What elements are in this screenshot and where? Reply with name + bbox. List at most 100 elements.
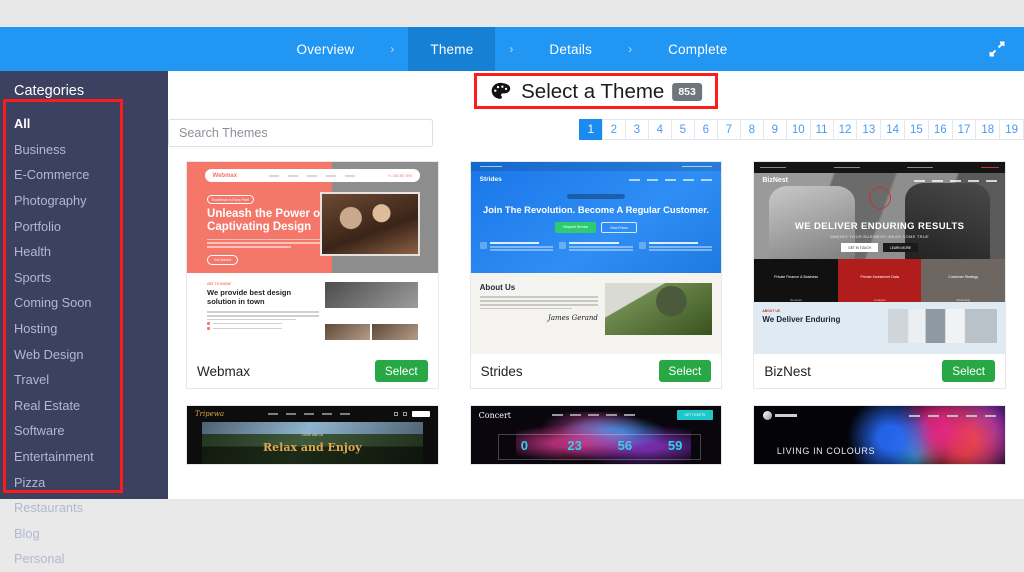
- page-button-18[interactable]: 18: [975, 119, 1001, 140]
- preview-hero-image: [319, 192, 421, 256]
- sidebar-item-travel[interactable]: Travel: [0, 367, 168, 393]
- page-button-12[interactable]: 12: [832, 119, 858, 140]
- preview-primary-cta: Request Service: [555, 222, 597, 234]
- preview-nav-cta: GET TICKETS: [676, 410, 714, 420]
- preview-eyebrow-pill: [566, 194, 625, 199]
- preview-headline: Relax and Enjoy: [263, 441, 362, 454]
- page-button-10[interactable]: 10: [785, 119, 811, 140]
- wizard-step-label: Complete: [668, 41, 728, 57]
- preview-tile: Private Finance & Business Services: [754, 259, 838, 302]
- sidebar-item-all[interactable]: All: [0, 111, 168, 137]
- page-button-11[interactable]: 11: [809, 119, 834, 140]
- page-button-3[interactable]: 3: [624, 119, 649, 140]
- sidebar-item-real-estate[interactable]: Real Estate: [0, 393, 168, 419]
- preview-phone: +1 234 567 890: [387, 173, 413, 178]
- page-button-14[interactable]: 14: [880, 119, 906, 140]
- preview-tile: Customer Strategy Marketing: [921, 259, 1005, 302]
- page-button-16[interactable]: 16: [927, 119, 953, 140]
- theme-preview-tripewa: Tripewa Come with us Relax and Enjoy: [187, 406, 438, 464]
- sidebar-title: Categories: [14, 83, 85, 99]
- wizard-step-complete[interactable]: Complete: [646, 27, 749, 71]
- sidebar-item-blog[interactable]: Blog: [0, 521, 168, 547]
- page-button-2[interactable]: 2: [601, 119, 626, 140]
- theme-card-tripewa[interactable]: Tripewa Come with us Relax and Enjoy: [186, 405, 439, 465]
- preview-logo: Concert: [478, 410, 511, 420]
- select-button-biznest[interactable]: Select: [942, 360, 995, 382]
- countdown-days: 0: [520, 438, 528, 453]
- theme-preview-biznest: BizNest WE DELIVER ENDURING RESULTS MAKI…: [754, 162, 1005, 354]
- page-button-9[interactable]: 9: [762, 119, 787, 140]
- category-list: All Business E-Commerce Photography Port…: [0, 111, 168, 572]
- preview-body-lines-2: [207, 311, 319, 321]
- sidebar-item-hosting[interactable]: Hosting: [0, 316, 168, 342]
- wizard-step-theme[interactable]: Theme: [408, 27, 496, 71]
- preview-caption: Come with us: [301, 433, 324, 437]
- theme-card-concert[interactable]: Concert GET TICKETS 0 23 56 59: [469, 405, 723, 465]
- sidebar-item-coming-soon[interactable]: Coming Soon: [0, 290, 168, 316]
- page-button-15[interactable]: 15: [904, 119, 929, 140]
- wizard-step-details[interactable]: Details: [527, 27, 614, 71]
- sidebar-item-business[interactable]: Business: [0, 137, 168, 163]
- sidebar-item-portfolio[interactable]: Portfolio: [0, 213, 168, 239]
- page-button-8[interactable]: 8: [739, 119, 764, 140]
- page-title-group: Select a Theme 853: [490, 80, 702, 104]
- sidebar-item-sports[interactable]: Sports: [0, 265, 168, 291]
- sidebar-item-photography[interactable]: Photography: [0, 188, 168, 214]
- preview-section-kicker: ABOUT US: [762, 308, 781, 313]
- preview-secondary-cta: LEARN MORE: [882, 243, 919, 252]
- wizard-step-overview[interactable]: Overview: [275, 27, 377, 71]
- select-button-webmax[interactable]: Select: [374, 360, 428, 382]
- theme-preview-strides: Strides Join The Revolution. Become A Re…: [470, 162, 722, 354]
- theme-name: BizNest: [764, 363, 811, 379]
- preview-countdown: 0 23 56 59: [498, 434, 702, 460]
- preview-feature: [559, 242, 633, 252]
- page-button-7[interactable]: 7: [716, 119, 741, 140]
- sidebar-item-personal[interactable]: Personal: [0, 546, 168, 572]
- select-button-strides[interactable]: Select: [658, 360, 712, 382]
- feature-icon: [479, 242, 487, 250]
- page-button-19[interactable]: 19: [999, 119, 1024, 140]
- compress-arrows-icon[interactable]: [986, 38, 1008, 60]
- preview-headline: LIVING IN COLOURS: [776, 446, 876, 456]
- preview-nav-links: [267, 413, 350, 415]
- cart-icon: [393, 412, 398, 416]
- chevron-right-icon-1: ›: [390, 42, 395, 56]
- theme-card-webmax[interactable]: Webmax +1 234 567 890 Excellence in Ever…: [186, 161, 439, 389]
- theme-count-badge: 853: [672, 83, 702, 101]
- page-button-5[interactable]: 5: [670, 119, 695, 140]
- panel-header: Select a Theme 853: [186, 71, 1006, 119]
- page-button-13[interactable]: 13: [856, 119, 882, 140]
- preview-about-image: [604, 283, 713, 336]
- sidebar-item-restaurants[interactable]: Restaurants: [0, 495, 168, 521]
- theme-preview-webmax: Webmax +1 234 567 890 Excellence in Ever…: [187, 162, 438, 354]
- page-button-4[interactable]: 4: [647, 119, 672, 140]
- sidebar-item-software[interactable]: Software: [0, 418, 168, 444]
- preview-cta: Get Started: [207, 254, 238, 265]
- theme-card-living-in-colours[interactable]: LIVING IN COLOURS: [753, 405, 1006, 465]
- theme-browser-panel: Select a Theme 853 1 2 3 4 5 6 7 8 9 10 …: [168, 71, 1024, 499]
- preview-secondary-cta: View Prices: [601, 222, 637, 234]
- preview-section-heading: About Us: [479, 283, 516, 293]
- sidebar-item-e-commerce[interactable]: E-Commerce: [0, 162, 168, 188]
- page-button-6[interactable]: 6: [693, 119, 718, 140]
- page-button-1[interactable]: 1: [578, 119, 603, 140]
- wizard-step-label: Details: [549, 41, 593, 57]
- theme-card-strides[interactable]: Strides Join The Revolution. Become A Re…: [469, 161, 723, 389]
- sidebar-item-pizza[interactable]: Pizza: [0, 469, 168, 495]
- countdown-minutes: 56: [617, 438, 633, 453]
- sidebar-item-web-design[interactable]: Web Design: [0, 341, 168, 367]
- search-input[interactable]: [168, 119, 433, 147]
- theme-card-footer: Strides Select: [470, 354, 722, 388]
- countdown-hours: 23: [567, 438, 582, 453]
- sidebar-item-entertainment[interactable]: Entertainment: [0, 444, 168, 470]
- wizard-steps: Overview › Theme › Details › Complete: [275, 27, 750, 71]
- sidebar-item-health[interactable]: Health: [0, 239, 168, 265]
- page-button-17[interactable]: 17: [951, 119, 977, 140]
- theme-card-biznest[interactable]: BizNest WE DELIVER ENDURING RESULTS MAKI…: [753, 161, 1006, 389]
- app-body: Categories All Business E-Commerce Photo…: [0, 71, 1024, 566]
- preview-emblem-icon: [868, 187, 891, 209]
- preview-feature: [479, 242, 554, 252]
- preview-section-heading: We Deliver Enduring: [762, 314, 841, 324]
- preview-nav-cta: [411, 411, 430, 417]
- theme-card-footer: BizNest Select: [754, 354, 1005, 388]
